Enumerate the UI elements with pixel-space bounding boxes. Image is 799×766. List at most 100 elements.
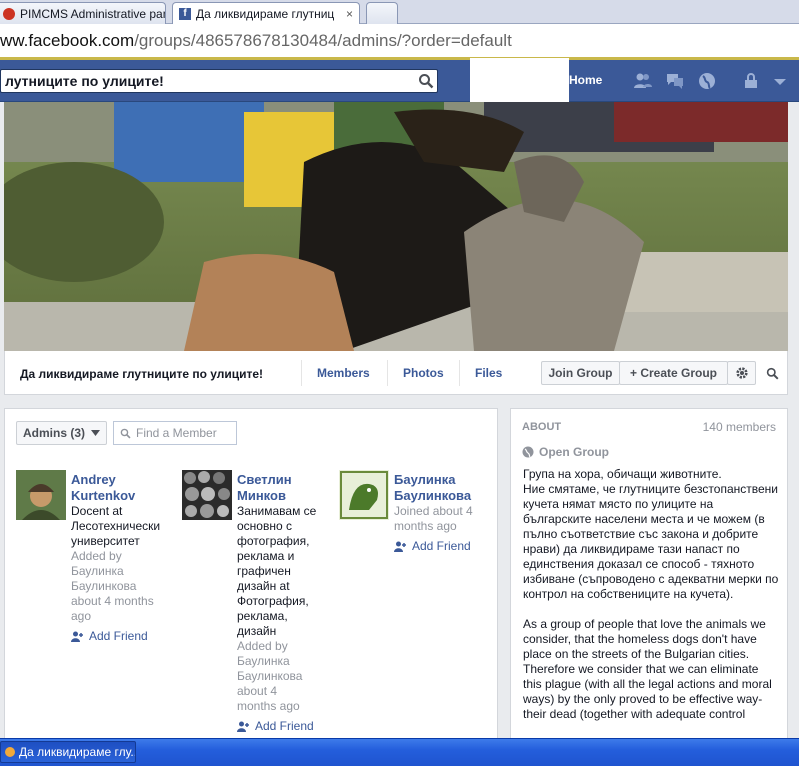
desc-line: Docent at [71, 504, 123, 518]
desc-line: реклама, [237, 609, 288, 623]
added-line: about 4 [237, 684, 278, 698]
desc-line: Занимавам се [237, 504, 317, 518]
search-icon [120, 428, 131, 439]
member-description: Занимавам се основно с фотография, рекла… [237, 504, 333, 639]
member-name[interactable]: Светлин Минков [237, 472, 333, 504]
desc-line: Лесотехнически [71, 519, 161, 533]
member-added-info: Added by Баулинка Баулинкова about 4 mon… [71, 549, 175, 624]
add-friend-button[interactable]: Add Friend [394, 539, 494, 553]
desc-line: дизайн [237, 624, 277, 638]
gear-icon [735, 367, 748, 379]
tab-title: Да ликвидираме глутниц [196, 6, 335, 21]
desc-line: фотография, [237, 534, 310, 548]
member-card: Баулинка Баулинкова Joined about 4 months… [394, 472, 494, 553]
avatar[interactable] [182, 470, 232, 520]
add-friend-label: Add Friend [412, 539, 471, 553]
add-friend-label: Add Friend [89, 629, 148, 643]
added-line: Баулинка [71, 564, 124, 578]
tab-photos[interactable]: Photos [403, 366, 444, 380]
find-member-placeholder: Find a Member [136, 426, 217, 440]
added-line: ago [71, 609, 92, 623]
create-group-button[interactable]: + Create Group [619, 361, 728, 385]
home-link[interactable]: Home [569, 73, 602, 87]
member-description: Docent at Лесотехнически университет [71, 504, 175, 549]
group-search-icon[interactable] [766, 367, 779, 380]
facebook-favicon-icon: f [179, 7, 191, 20]
member-card: Светлин Минков Занимавам се основно с фот… [237, 472, 333, 733]
tab-close-icon[interactable]: × [340, 7, 353, 21]
search-input[interactable]: лутниците по улиците! [0, 69, 438, 93]
nav-divider [301, 360, 302, 386]
messages-icon[interactable] [665, 72, 685, 90]
desc-line: основно с [237, 519, 292, 533]
member-added-info: Joined about 4 months ago [394, 504, 494, 534]
taskbar-item-label: Да ликвидираме глу... [19, 745, 136, 759]
pimcms-favicon-icon [3, 7, 15, 20]
desc-line: университет [71, 534, 140, 548]
add-friend-button[interactable]: Add Friend [237, 719, 333, 733]
privacy-text: Open Group [539, 445, 609, 459]
nav-divider [459, 360, 460, 386]
tab-files[interactable]: Files [475, 366, 502, 380]
member-name-line[interactable]: Andrey [71, 472, 175, 488]
add-friend-icon [394, 541, 406, 552]
browser-tab-bar: PIMCMS Administrative pane × f Да ликвид… [0, 0, 799, 24]
member-added-info: Added by Баулинка Баулинкова about 4 mon… [237, 639, 333, 714]
url-path: /groups/486578678130484/admins/?order=de… [134, 30, 512, 50]
member-name-line[interactable]: Баулинкова [394, 488, 494, 504]
address-bar[interactable]: ww.facebook.com/groups/486578678130484/a… [0, 24, 799, 60]
friend-requests-icon[interactable] [633, 72, 653, 90]
member-name-line[interactable]: Баулинка [394, 472, 494, 488]
redacted-profile-area [470, 58, 569, 102]
avatar[interactable] [16, 470, 66, 520]
add-friend-button[interactable]: Add Friend [71, 629, 175, 643]
browser-tab-pimcms[interactable]: PIMCMS Administrative pane × [0, 2, 166, 24]
added-line: about 4 months [71, 594, 154, 608]
join-group-button[interactable]: Join Group [541, 361, 620, 385]
desc-line: дизайн at [237, 579, 290, 593]
added-line: Баулинкова [71, 579, 137, 593]
tab-title: PIMCMS Administrative pane [20, 6, 166, 21]
find-member-input[interactable]: Find a Member [113, 421, 237, 445]
browser-app-icon [5, 747, 15, 757]
browser-tab-facebook[interactable]: f Да ликвидираме глутниц × [172, 2, 360, 24]
taskbar-item-browser[interactable]: Да ликвидираме глу... [0, 741, 136, 763]
member-name-line[interactable]: Kurtenkov [71, 488, 175, 504]
admins-filter-dropdown[interactable]: Admins (3) [16, 421, 107, 445]
nav-divider [387, 360, 388, 386]
group-title[interactable]: Да ликвидираме глутниците по улиците! [20, 367, 263, 381]
member-name-line[interactable]: Минков [237, 488, 333, 504]
filter-label: Admins (3) [22, 426, 85, 440]
chevron-down-icon [91, 430, 100, 436]
url-host: ww.facebook.com [0, 30, 135, 50]
avatar[interactable] [339, 470, 389, 520]
privacy-lock-icon[interactable] [742, 72, 762, 90]
group-settings-button[interactable] [727, 361, 756, 385]
add-friend-icon [71, 631, 83, 642]
added-line: Баулинка [237, 654, 290, 668]
add-friend-icon [237, 721, 249, 732]
search-icon[interactable] [418, 73, 434, 89]
desc-line: графичен [237, 564, 291, 578]
member-name[interactable]: Баулинка Баулинкова [394, 472, 494, 504]
account-dropdown-icon[interactable] [770, 72, 790, 90]
added-line: Баулинкова [237, 669, 303, 683]
notifications-globe-icon[interactable] [697, 72, 717, 90]
added-line: months ago [394, 519, 457, 533]
cover-photo[interactable] [4, 102, 788, 351]
desc-line: Фотография, [237, 594, 309, 608]
privacy-label: Open Group [522, 445, 609, 459]
member-name-line[interactable]: Светлин [237, 472, 333, 488]
new-tab-button[interactable] [366, 2, 398, 24]
added-line: months ago [237, 699, 300, 713]
member-name[interactable]: Andrey Kurtenkov [71, 472, 175, 504]
member-count-link[interactable]: 140 members [640, 420, 776, 434]
added-line: Added by [71, 549, 122, 563]
tab-members[interactable]: Members [317, 366, 370, 380]
add-friend-label: Add Friend [255, 719, 314, 733]
added-line: Joined about 4 [394, 504, 473, 518]
member-card: Andrey Kurtenkov Docent at Лесотехнически… [71, 472, 175, 643]
desc-line: реклама и [237, 549, 295, 563]
group-description: Група на хора, обичащи животните. Ние см… [523, 467, 779, 721]
about-title: ABOUT [522, 421, 562, 433]
